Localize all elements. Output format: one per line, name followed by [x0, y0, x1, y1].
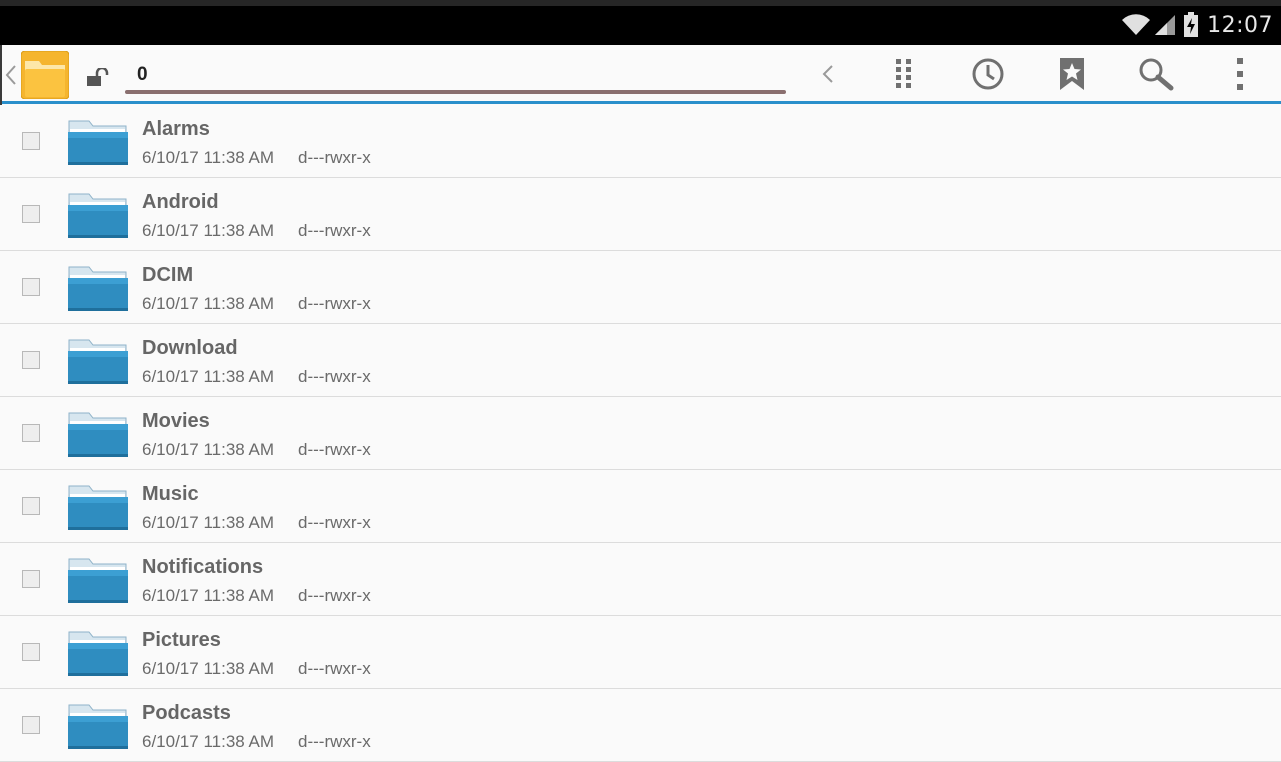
list-item[interactable]: Music 6/10/17 11:38 AM d---rwxr-x — [0, 470, 1281, 543]
row-checkbox[interactable] — [22, 278, 40, 296]
file-name: Download — [142, 337, 238, 359]
row-checkbox[interactable] — [22, 716, 40, 734]
toolbar-accent-line — [0, 101, 1281, 104]
file-permissions: d---rwxr-x — [298, 513, 371, 532]
file-permissions: d---rwxr-x — [298, 732, 371, 751]
file-permissions: d---rwxr-x — [298, 586, 371, 605]
folder-icon — [67, 482, 129, 537]
file-date: 6/10/17 11:38 AM — [142, 367, 275, 386]
search-button[interactable] — [1133, 53, 1179, 99]
list-item[interactable]: Podcasts 6/10/17 11:38 AM d---rwxr-x — [0, 689, 1281, 762]
file-name: Pictures — [142, 629, 221, 651]
folder-icon — [67, 701, 129, 756]
row-checkbox[interactable] — [22, 570, 40, 588]
file-list: Alarms 6/10/17 11:38 AM d---rwxr-x Andro… — [0, 105, 1281, 762]
bookmark-icon — [1059, 57, 1085, 96]
bookmark-button[interactable] — [1049, 53, 1095, 99]
grid-view-button[interactable] — [881, 53, 927, 99]
nav-back-icon — [820, 62, 836, 91]
folder-icon — [67, 555, 129, 610]
row-checkbox[interactable] — [22, 351, 40, 369]
file-name: Movies — [142, 410, 210, 432]
path-underline — [125, 90, 786, 94]
file-name: Podcasts — [142, 702, 231, 724]
status-bar-top-strip — [0, 0, 1281, 6]
status-clock: 12:07 — [1207, 12, 1273, 38]
row-checkbox[interactable] — [22, 205, 40, 223]
list-item[interactable]: Download 6/10/17 11:38 AM d---rwxr-x — [0, 324, 1281, 397]
status-bar: 12:07 — [0, 0, 1281, 45]
list-item[interactable]: DCIM 6/10/17 11:38 AM d---rwxr-x — [0, 251, 1281, 324]
file-date: 6/10/17 11:38 AM — [142, 513, 275, 532]
file-name: Alarms — [142, 118, 210, 140]
list-item[interactable]: Notifications 6/10/17 11:38 AM d---rwxr-… — [0, 543, 1281, 616]
file-permissions: d---rwxr-x — [298, 294, 371, 313]
list-item[interactable]: Android 6/10/17 11:38 AM d---rwxr-x — [0, 178, 1281, 251]
unlock-icon[interactable] — [86, 66, 110, 93]
overflow-menu-button[interactable] — [1217, 53, 1263, 99]
file-name: Notifications — [142, 556, 264, 578]
cell-signal-icon — [1153, 13, 1177, 37]
row-checkbox[interactable] — [22, 643, 40, 661]
back-chevron-icon[interactable] — [4, 64, 18, 91]
folder-icon — [67, 263, 129, 318]
grid-view-icon — [894, 58, 914, 95]
list-item[interactable]: Movies 6/10/17 11:38 AM d---rwxr-x — [0, 397, 1281, 470]
row-checkbox[interactable] — [22, 497, 40, 515]
path-input[interactable] — [137, 64, 737, 86]
folder-icon — [67, 336, 129, 391]
file-date: 6/10/17 11:38 AM — [142, 659, 275, 678]
folder-icon — [67, 628, 129, 683]
file-permissions: d---rwxr-x — [298, 148, 371, 167]
nav-back-button[interactable] — [805, 53, 851, 99]
overflow-menu-icon — [1235, 57, 1245, 96]
file-permissions: d---rwxr-x — [298, 440, 371, 459]
wifi-icon — [1121, 13, 1151, 37]
row-checkbox[interactable] — [22, 424, 40, 442]
path-field[interactable] — [125, 58, 786, 96]
file-date: 6/10/17 11:38 AM — [142, 732, 275, 751]
row-checkbox[interactable] — [22, 132, 40, 150]
folder-icon — [67, 190, 129, 245]
folder-icon — [67, 117, 129, 172]
file-permissions: d---rwxr-x — [298, 659, 371, 678]
file-date: 6/10/17 11:38 AM — [142, 294, 275, 313]
file-date: 6/10/17 11:38 AM — [142, 148, 275, 167]
list-item[interactable]: Pictures 6/10/17 11:38 AM d---rwxr-x — [0, 616, 1281, 689]
file-name: Android — [142, 191, 219, 213]
file-permissions: d---rwxr-x — [298, 367, 371, 386]
file-date: 6/10/17 11:38 AM — [142, 586, 275, 605]
file-name: DCIM — [142, 264, 194, 286]
status-icons: 12:07 — [1121, 10, 1273, 40]
list-item[interactable]: Alarms 6/10/17 11:38 AM d---rwxr-x — [0, 105, 1281, 178]
battery-charging-icon — [1183, 12, 1199, 38]
app-folder-icon[interactable] — [20, 50, 70, 100]
file-date: 6/10/17 11:38 AM — [142, 440, 275, 459]
file-date: 6/10/17 11:38 AM — [142, 221, 275, 240]
history-icon — [971, 57, 1005, 96]
file-permissions: d---rwxr-x — [298, 221, 371, 240]
file-name: Music — [142, 483, 199, 505]
search-icon — [1138, 57, 1174, 96]
folder-icon — [67, 409, 129, 464]
history-button[interactable] — [965, 53, 1011, 99]
